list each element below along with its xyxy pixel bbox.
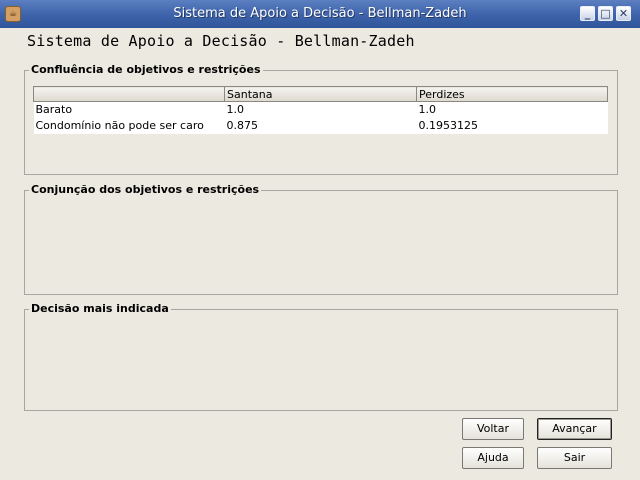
column-header-criteria[interactable] [33, 86, 225, 102]
column-header-santana[interactable]: Santana [224, 86, 417, 102]
exit-button[interactable]: Sair [537, 447, 612, 469]
title-bar[interactable]: ☕ Sistema de Apoio a Decisão - Bellman-Z… [0, 0, 640, 28]
confluence-group: Confluência de objetivos e restrições Sa… [24, 63, 618, 175]
table-header-row: Santana Perdizes [33, 86, 608, 102]
next-button[interactable]: Avançar [537, 418, 612, 440]
confluence-group-title: Confluência de objetivos e restrições [29, 63, 263, 77]
table-cell[interactable]: Barato [33, 101, 225, 118]
window-title: Sistema de Apoio a Decisão - Bellman-Zad… [173, 6, 467, 21]
table-row[interactable]: Condomínio não pode ser caro 0.875 0.195… [33, 118, 608, 134]
table-cell[interactable]: Condomínio não pode ser caro [33, 118, 225, 134]
conjunction-group-title: Conjunção dos objetivos e restrições [29, 183, 262, 197]
table-row[interactable]: Barato 1.0 1.0 [33, 101, 608, 118]
confluence-table: Santana Perdizes Barato 1.0 1.0 Condomín… [33, 86, 608, 134]
table-cell[interactable]: 1.0 [224, 101, 417, 118]
table-cell[interactable]: 0.1953125 [416, 118, 608, 134]
conjunction-group: Conjunção dos objetivos e restrições [24, 183, 618, 295]
minimize-button[interactable]: _ [580, 6, 595, 21]
maximize-button[interactable]: □ [598, 6, 613, 21]
close-button[interactable]: ✕ [616, 6, 631, 21]
back-button[interactable]: Voltar [462, 418, 524, 440]
help-button[interactable]: Ajuda [462, 447, 524, 469]
decision-group-title: Decisão mais indicada [29, 302, 171, 316]
decision-group: Decisão mais indicada [24, 302, 618, 411]
column-header-perdizes[interactable]: Perdizes [416, 86, 608, 102]
table-cell[interactable]: 1.0 [416, 101, 608, 118]
table-cell[interactable]: 0.875 [224, 118, 417, 134]
page-title: Sistema de Apoio a Decisão - Bellman-Zad… [27, 32, 415, 50]
